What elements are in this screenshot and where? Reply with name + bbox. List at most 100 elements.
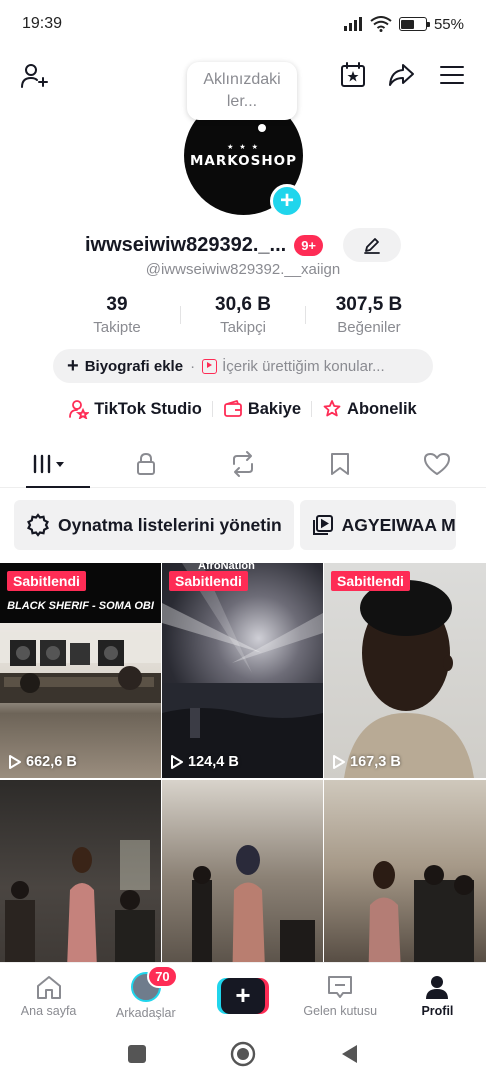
- nav-friends[interactable]: 70 Arkadaşlar: [97, 963, 194, 1028]
- view-count-value: 167,3 B: [350, 754, 401, 770]
- tab-videos[interactable]: [0, 440, 97, 488]
- add-bio-label: Biyografi ekle: [84, 357, 184, 375]
- play-icon: [171, 755, 183, 769]
- tiktok-studio-link[interactable]: TikTok Studio: [59, 399, 212, 419]
- pinned-badge: Sabitlendi: [7, 571, 86, 591]
- user-handle: @iwwseiwiw829392.__xaiign: [145, 261, 341, 278]
- avatar-stars: ★ ★ ★: [227, 143, 260, 151]
- home-icon: [36, 975, 61, 999]
- subscription-label: Abonelik: [347, 399, 417, 418]
- menu-button[interactable]: [435, 58, 469, 92]
- plus-icon: +: [279, 187, 294, 214]
- status-icons: 55%: [343, 16, 464, 33]
- pinned-badge: Sabitlendi: [331, 571, 410, 591]
- video-caption: BLACK SHERIF - SOMA OBI: [7, 600, 154, 612]
- calendar-button[interactable]: [336, 58, 370, 92]
- stat-following[interactable]: 39 Takipte: [58, 294, 176, 336]
- share-button[interactable]: [384, 58, 418, 92]
- stat-label: Takipte: [93, 319, 141, 336]
- create-button[interactable]: +: [217, 977, 269, 1014]
- username: iwwseiwiw829392._...: [84, 233, 287, 256]
- avatar-brand: MARKOSHOP: [189, 152, 297, 169]
- grid-icon: [33, 454, 64, 473]
- inbox-icon: [328, 975, 353, 998]
- nav-home-label: Ana sayfa: [20, 1003, 77, 1018]
- bottom-nav: Ana sayfa 70 Arkadaşlar + Gelen kutusu P…: [0, 962, 486, 1028]
- bio-separator: ·: [190, 357, 196, 375]
- nav-inbox-label: Gelen kutusu: [303, 1003, 378, 1018]
- nav-profile-label: Profil: [421, 1003, 454, 1018]
- username-row: iwwseiwiw829392._... 9+: [0, 228, 486, 262]
- pencil-icon: [364, 238, 380, 254]
- add-friend-button[interactable]: [16, 58, 52, 94]
- quick-links: TikTok Studio Bakiye Abonelik: [0, 399, 486, 419]
- stat-value: 307,5 B: [335, 294, 403, 315]
- subscription-icon: [323, 400, 341, 417]
- edit-profile-button[interactable]: [343, 228, 402, 262]
- topics-button[interactable]: İçerik ürettiğim konular...: [202, 358, 385, 375]
- manage-playlists-button[interactable]: Oynatma listelerini yönetin: [14, 500, 294, 550]
- video-thumbnail[interactable]: BLACK SHERIF - SOMA OBI Sabitlendi 662,6…: [0, 563, 161, 778]
- friends-badge: 70: [147, 965, 178, 988]
- add-user-icon: [21, 64, 48, 88]
- view-count: 124,4 B: [170, 754, 239, 770]
- recents-button[interactable]: [84, 1045, 190, 1063]
- back-button[interactable]: [296, 1043, 402, 1065]
- profile-icon: [426, 975, 449, 999]
- balance-label: Bakiye: [247, 399, 302, 418]
- home-system-button[interactable]: [190, 1041, 296, 1067]
- nav-home[interactable]: Ana sayfa: [0, 963, 97, 1028]
- play-icon: [333, 755, 345, 769]
- stat-label: Takipçi: [220, 319, 266, 336]
- repost-icon: [233, 450, 253, 477]
- view-count: 167,3 B: [332, 754, 401, 770]
- signal-icon: [343, 17, 362, 31]
- view-count: 662,6 B: [8, 754, 77, 770]
- circle-icon: [230, 1041, 256, 1067]
- plus-icon: +: [67, 355, 79, 377]
- square-icon: [128, 1045, 146, 1063]
- play-icon: [9, 755, 21, 769]
- bio-row[interactable]: + Biyografi ekle · İçerik ürettiğim konu…: [53, 349, 433, 383]
- battery-icon: [398, 17, 430, 31]
- content-tabs: [0, 440, 486, 488]
- battery-text: 55%: [433, 15, 464, 33]
- lock-icon: [136, 452, 155, 475]
- status-time: 19:39: [22, 15, 63, 32]
- hamburger-icon: [440, 66, 464, 84]
- add-bio-button[interactable]: + Biyografi ekle: [67, 356, 183, 376]
- notification-badge[interactable]: 9+: [294, 234, 324, 256]
- tab-liked[interactable]: [389, 440, 486, 487]
- status-bar: 19:39 55%: [0, 0, 486, 48]
- share-icon: [389, 64, 414, 86]
- video-topic-icon: [202, 358, 218, 374]
- nav-inbox[interactable]: Gelen kutusu: [292, 963, 389, 1028]
- tab-favorites[interactable]: [292, 440, 389, 487]
- stat-value: 30,6 B: [215, 294, 271, 315]
- playlist-chip[interactable]: AGYEIWAA M: [299, 500, 456, 550]
- stat-likes[interactable]: 307,5 B Beğeniler: [310, 294, 428, 336]
- bubble-tail: [258, 124, 266, 132]
- playlist-icon: [312, 515, 333, 535]
- wallet-icon: [223, 400, 242, 417]
- add-avatar-button[interactable]: +: [270, 184, 304, 218]
- note-bubble-text: Aklınızdaki ler...: [203, 71, 281, 110]
- tiktok-studio-label: TikTok Studio: [94, 399, 202, 418]
- pinned-badge: Sabitlendi: [169, 571, 248, 591]
- manage-playlists-label: Oynatma listelerini yönetin: [58, 514, 282, 535]
- nav-profile[interactable]: Profil: [389, 963, 486, 1028]
- stat-followers[interactable]: 30,6 B Takipçi: [180, 294, 306, 336]
- video-grid: BLACK SHERIF - SOMA OBI Sabitlendi 662,6…: [0, 563, 486, 995]
- balance-link[interactable]: Bakiye: [213, 399, 311, 419]
- system-nav: [0, 1028, 486, 1080]
- tab-reposts[interactable]: [194, 440, 291, 487]
- nav-create[interactable]: +: [194, 963, 291, 1028]
- subscription-link[interactable]: Abonelik: [312, 399, 427, 419]
- note-bubble[interactable]: Aklınızdaki ler...: [187, 62, 297, 120]
- stat-divider: [305, 306, 306, 324]
- video-thumbnail[interactable]: Sabitlendi 167,3 B: [324, 563, 486, 778]
- video-thumbnail[interactable]: AfroNation Sabitlendi 124,4 B: [162, 563, 323, 778]
- playlist-label: AGYEIWAA M: [341, 514, 456, 535]
- plus-icon: +: [221, 977, 265, 1014]
- tab-private[interactable]: [97, 440, 194, 487]
